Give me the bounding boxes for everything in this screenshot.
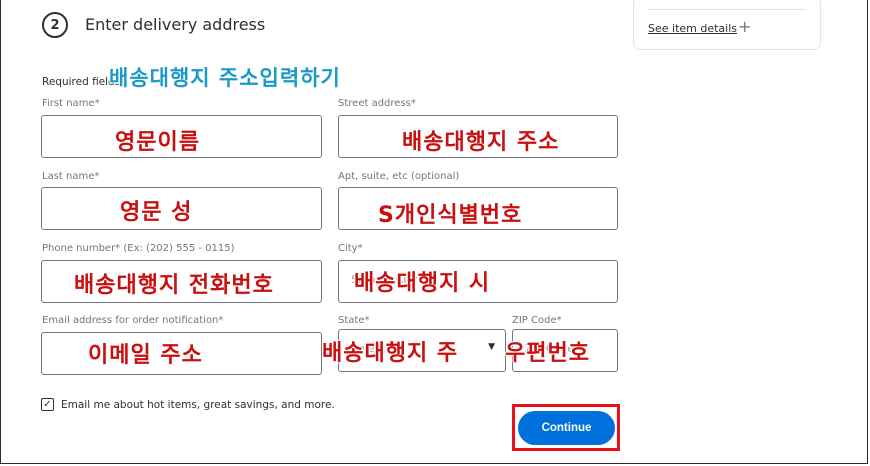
annotation-city: 배송대행지 시	[354, 271, 491, 296]
see-item-details-link[interactable]: See item details	[648, 22, 737, 35]
annotation-street: 배송대행지 주소	[402, 130, 560, 155]
step-number: 2	[50, 17, 60, 33]
annotation-state: 배송대행지 주	[322, 341, 459, 366]
step-number-badge: 2	[42, 12, 68, 38]
annotation-zip: 우편번호	[505, 341, 590, 366]
last-name-label: Last name*	[42, 171, 100, 182]
order-summary-card: See item details +	[633, 0, 821, 50]
annotation-apt: S개인식별번호	[378, 203, 523, 228]
phone-label: Phone number* (Ex: (202) 555 - 0115)	[42, 243, 235, 254]
step-title: Enter delivery address	[85, 15, 266, 34]
email-opt-in-checkbox[interactable]: ✓	[41, 398, 54, 411]
email-opt-in-label: Email me about hot items, great savings,…	[61, 399, 335, 411]
state-label: State*	[338, 315, 370, 326]
email-label: Email address for order notification*	[42, 315, 224, 326]
zip-label: ZIP Code*	[512, 315, 562, 326]
street-address-label: Street address*	[338, 98, 416, 109]
plus-icon[interactable]: +	[738, 17, 751, 36]
annotation-last-name: 영문 성	[120, 200, 193, 225]
apt-label: Apt, suite, etc (optional)	[338, 171, 460, 182]
first-name-label: First name*	[42, 98, 100, 109]
city-label: City*	[338, 243, 363, 254]
annotation-title: 배송대행지 주소입력하기	[109, 66, 341, 90]
annotation-email: 이메일 주소	[88, 343, 203, 368]
annotation-phone: 배송대행지 전화번호	[74, 273, 274, 298]
card-divider	[648, 9, 806, 10]
continue-button[interactable]: Continue	[518, 411, 615, 445]
chevron-down-icon: ▼	[488, 342, 495, 352]
annotation-first-name: 영문이름	[115, 130, 200, 155]
